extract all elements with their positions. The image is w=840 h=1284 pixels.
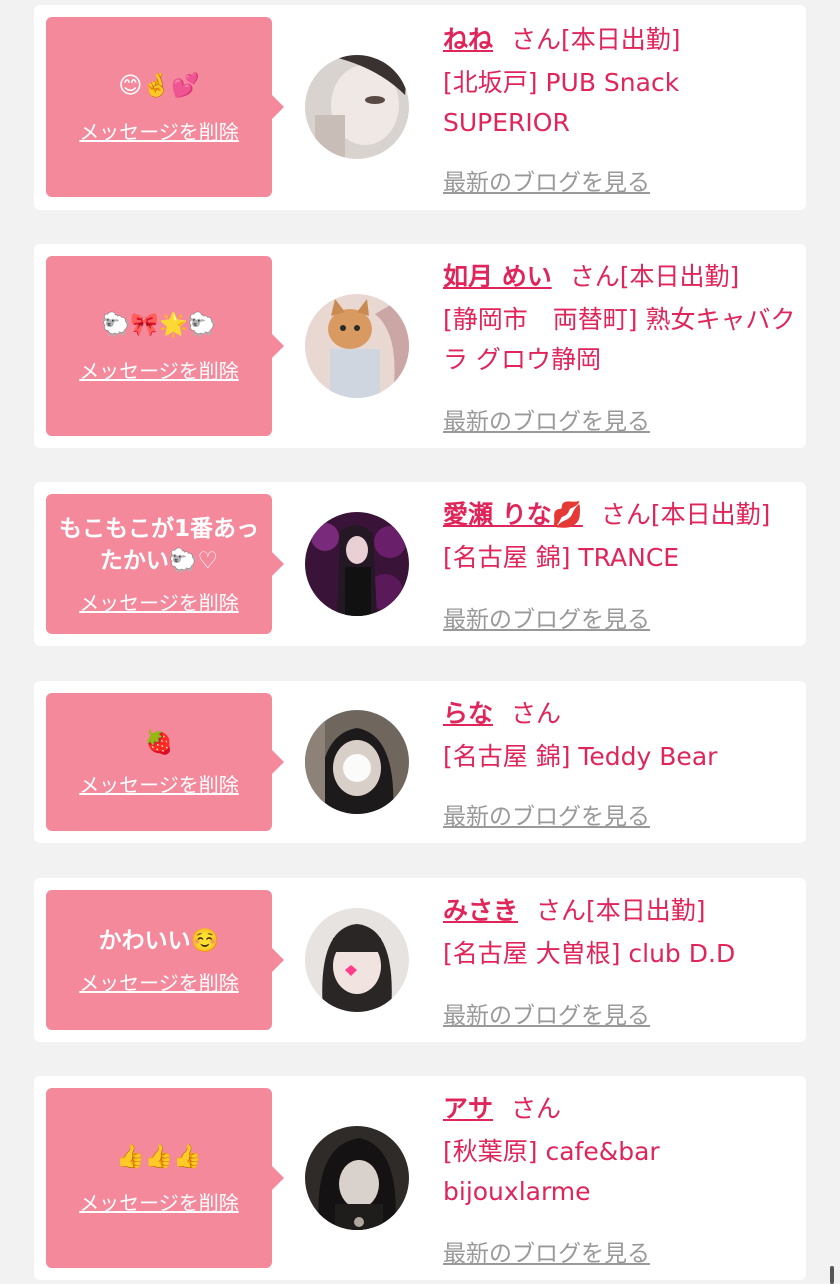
shop-name: [秋葉原] cafe&bar bijouxlarme xyxy=(443,1137,660,1206)
delete-message-link[interactable]: メッセージを削除 xyxy=(79,967,239,996)
shop-name: [静岡市 両替町] 熟女キャバクラ グロウ静岡 xyxy=(443,305,796,374)
latest-blog-link[interactable]: 最新のブログを見る xyxy=(443,402,650,436)
message-bubble: 🐑🎀🌟🐑 メッセージを削除 xyxy=(46,256,284,436)
honorific: さん xyxy=(511,699,562,728)
avatar[interactable] xyxy=(305,55,409,159)
status-label: [本日出勤] xyxy=(561,25,681,54)
member-info: ねね さん[本日出勤] [北坂戸] PUB Snack SUPERIOR 最新のブ… xyxy=(443,23,796,196)
shop-name: [名古屋 大曽根] club D.D xyxy=(443,939,736,968)
message-text: かわいい☺️ xyxy=(98,927,220,954)
message-bubble: もこもこが1番あったかい🐑♡ メッセージを削除 xyxy=(46,494,284,634)
message-text: もこもこが1番あったかい🐑♡ xyxy=(58,515,259,574)
status-label: [本日出勤] xyxy=(586,896,706,925)
message-card: 🐑🎀🌟🐑 メッセージを削除 如月 めい さん[本日出勤] [静岡市 両替町] 熟女… xyxy=(34,244,806,448)
member-name-link[interactable]: らな xyxy=(443,699,493,728)
message-bubble: 🍓 メッセージを削除 xyxy=(46,693,284,831)
delete-message-link[interactable]: メッセージを削除 xyxy=(79,769,239,798)
message-text: 😊🤞💕 xyxy=(118,72,200,99)
message-text: 👍👍👍 xyxy=(116,1143,202,1170)
shop-name: [北坂戸] PUB Snack SUPERIOR xyxy=(443,68,680,137)
message-bubble: 😊🤞💕 メッセージを削除 xyxy=(46,17,284,197)
message-bubble: かわいい☺️ メッセージを削除 xyxy=(46,890,284,1030)
member-info: アサ さん [秋葉原] cafe&bar bijouxlarme 最新のブログを見… xyxy=(443,1092,796,1267)
member-name-link[interactable]: ねね xyxy=(443,25,493,54)
latest-blog-link[interactable]: 最新のブログを見る xyxy=(443,1234,650,1268)
member-info: 如月 めい さん[本日出勤] [静岡市 両替町] 熟女キャバクラ グロウ静岡 最新… xyxy=(443,260,796,435)
latest-blog-link[interactable]: 最新のブログを見る xyxy=(443,797,650,831)
scrollbar[interactable] xyxy=(830,1266,834,1284)
status-label: [本日出勤] xyxy=(650,500,771,529)
delete-message-link[interactable]: メッセージを削除 xyxy=(79,587,239,616)
member-name-link[interactable]: アサ xyxy=(443,1094,493,1123)
message-card: 👍👍👍 メッセージを削除 アサ さん [秋葉原] cafe&bar bijouxl… xyxy=(34,1076,806,1280)
avatar[interactable] xyxy=(305,512,409,616)
honorific: さん xyxy=(536,896,587,925)
shop-name: [名古屋 錦] Teddy Bear xyxy=(443,742,718,771)
message-text: 🐑🎀🌟🐑 xyxy=(101,311,217,338)
message-card: 😊🤞💕 メッセージを削除 ねね さん[本日出勤] [北坂戸] PUB Snack … xyxy=(34,5,806,210)
honorific: さん xyxy=(569,262,620,291)
latest-blog-link[interactable]: 最新のブログを見る xyxy=(443,996,650,1030)
avatar[interactable] xyxy=(305,710,409,814)
latest-blog-link[interactable]: 最新のブログを見る xyxy=(443,163,650,197)
member-name-link[interactable]: 愛瀬 りな💋 xyxy=(443,500,583,529)
message-card: もこもこが1番あったかい🐑♡ メッセージを削除 愛瀬 りな💋 さん[本日出勤] [… xyxy=(34,482,806,646)
delete-message-link[interactable]: メッセージを削除 xyxy=(79,116,239,145)
member-info: らな さん [名古屋 錦] Teddy Bear 最新のブログを見る xyxy=(443,697,796,830)
delete-message-link[interactable]: メッセージを削除 xyxy=(79,355,239,384)
member-info: みさき さん[本日出勤] [名古屋 大曽根] club D.D 最新のブログを見る xyxy=(443,894,796,1029)
avatar[interactable] xyxy=(305,1126,409,1230)
honorific: さん xyxy=(511,1094,562,1123)
member-info: 愛瀬 りな💋 さん[本日出勤] [名古屋 錦] TRANCE 最新のブログを見る xyxy=(443,498,796,633)
latest-blog-link[interactable]: 最新のブログを見る xyxy=(443,600,650,634)
message-text: 🍓 xyxy=(144,729,174,756)
message-card: かわいい☺️ メッセージを削除 みさき さん[本日出勤] [名古屋 大曽根] cl… xyxy=(34,878,806,1042)
message-bubble: 👍👍👍 メッセージを削除 xyxy=(46,1088,284,1268)
shop-name: [名古屋 錦] TRANCE xyxy=(443,543,680,572)
honorific: さん xyxy=(511,25,562,54)
member-name-link[interactable]: 如月 めい xyxy=(443,262,552,291)
message-card: 🍓 メッセージを削除 らな さん [名古屋 錦] Teddy Bear 最新のブロ… xyxy=(34,681,806,843)
status-label: [本日出勤] xyxy=(619,262,740,291)
avatar[interactable] xyxy=(305,908,409,1012)
delete-message-link[interactable]: メッセージを削除 xyxy=(79,1187,239,1216)
honorific: さん xyxy=(600,500,651,529)
member-name-link[interactable]: みさき xyxy=(443,896,518,925)
avatar[interactable] xyxy=(305,294,409,398)
